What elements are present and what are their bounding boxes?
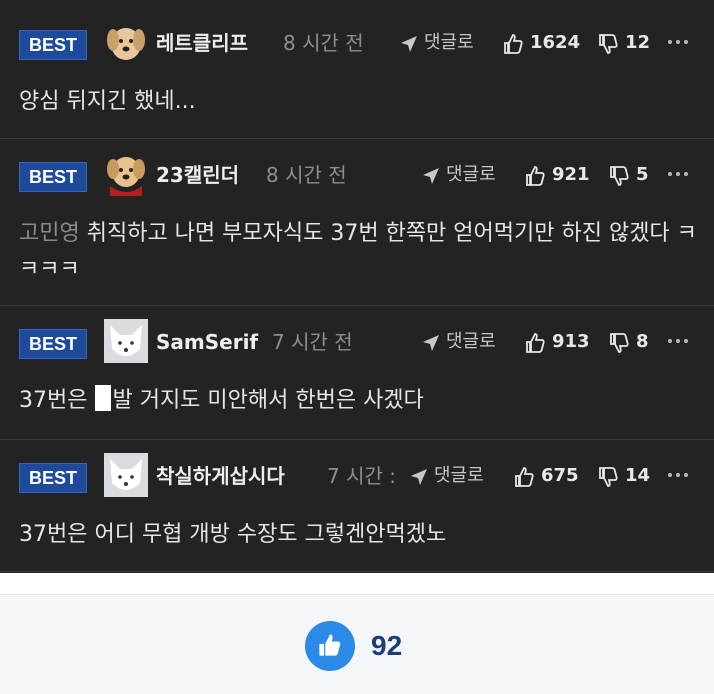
reply-label: 댓글로 <box>424 32 474 53</box>
reply-label: 댓글로 <box>446 331 496 352</box>
comment-text-after: 발 거지도 미안해서 한번은 사겠다 <box>112 388 424 413</box>
comment-time: 7 시간 전 <box>272 330 353 354</box>
best-badge: BEST <box>19 463 87 493</box>
comment-text-content: 취직하고 나면 부모자식도 37번 한쪽만 얻어먹기만 하진 않겠다 ㅋㅋㅋㅋ <box>19 221 697 282</box>
thumbs-up-icon <box>526 166 545 186</box>
comment-author[interactable]: 레트클리프 <box>156 29 248 57</box>
comment-text-before: 37번은 <box>19 388 95 413</box>
more-icon[interactable] <box>668 331 690 351</box>
downvote-count: 5 <box>636 164 649 185</box>
comment-item: BEST 착실하게삽시다 7 시간 : 댓글로 675 14 37번은 어디 무… <box>0 441 714 572</box>
downvote-count: 8 <box>636 331 649 352</box>
puppy-red-icon[interactable] <box>104 152 148 196</box>
more-icon[interactable] <box>668 164 690 184</box>
best-badge: BEST <box>19 162 87 192</box>
comment-time: 8 시간 전 <box>283 31 364 55</box>
comment-header: BEST 레트클리프 8 시간 전 댓글로 1624 12 <box>0 20 714 64</box>
downvote-count: 12 <box>625 32 651 53</box>
reply-label: 댓글로 <box>434 465 484 486</box>
post-like-bar: 92 <box>0 594 714 694</box>
comment-author[interactable]: SamSerif <box>156 328 258 356</box>
comment-text: 양심 뒤지긴 했네... <box>19 89 196 114</box>
redaction-block <box>95 385 112 411</box>
send-icon <box>401 36 417 52</box>
upvote-count: 921 <box>552 164 590 185</box>
more-icon[interactable] <box>668 465 690 485</box>
comment-text: 37번은 어디 무협 개방 수장도 그렇겐안먹겠노 <box>19 522 447 547</box>
comment-text: 37번은 발 거지도 미안해서 한번은 사겠다 <box>19 383 699 419</box>
comment-time: 8 시간 전 <box>266 163 347 187</box>
thumbs-down-icon <box>599 467 618 487</box>
comment-item: BEST 레트클리프 8 시간 전 댓글로 1624 12 양심 뒤지긴 했네.… <box>0 8 714 139</box>
comment-list: BEST 레트클리프 8 시간 전 댓글로 1624 12 양심 뒤지긴 했네.… <box>0 0 714 573</box>
white-fox-icon[interactable] <box>104 319 148 363</box>
upvote-count: 675 <box>541 465 579 486</box>
mention-tag[interactable]: 고민영 <box>19 221 80 246</box>
comment-author[interactable]: 착실하게삽시다 <box>156 462 285 490</box>
thumbs-up-icon <box>526 333 545 353</box>
send-icon <box>423 168 439 184</box>
white-fox-icon[interactable] <box>104 453 148 497</box>
best-badge: BEST <box>19 30 87 60</box>
like-button[interactable] <box>305 621 355 671</box>
comment-header: BEST SamSerif 7 시간 전 댓글로 913 8 <box>0 319 714 363</box>
best-badge: BEST <box>19 329 87 359</box>
comment-header: BEST 23캘린더 8 시간 전 댓글로 921 5 <box>0 152 714 196</box>
like-count: 92 <box>371 630 403 661</box>
send-icon <box>411 469 427 485</box>
comment-item: BEST SamSerif 7 시간 전 댓글로 913 8 37번은 발 거지… <box>0 307 714 440</box>
comment-time: 7 시간 : <box>327 464 396 488</box>
comment-header: BEST 착실하게삽시다 7 시간 : 댓글로 675 14 <box>0 453 714 497</box>
comment-author[interactable]: 23캘린더 <box>156 161 239 189</box>
send-icon <box>423 335 439 351</box>
thumbs-up-icon <box>515 467 534 487</box>
downvote-count: 14 <box>625 465 651 486</box>
comment-text: 고민영 취직하고 나면 부모자식도 37번 한쪽만 얻어먹기만 하진 않겠다 ㅋ… <box>19 216 699 288</box>
thumbs-down-icon <box>610 333 629 353</box>
thumbs-up-icon <box>319 634 341 656</box>
upvote-count: 913 <box>552 331 590 352</box>
thumbs-down-icon <box>599 34 618 54</box>
more-icon[interactable] <box>668 32 690 52</box>
comment-item: BEST 23캘린더 8 시간 전 댓글로 921 5 고민영 취직하고 나면 … <box>0 140 714 306</box>
thumbs-down-icon <box>610 166 629 186</box>
puppy-icon[interactable] <box>104 20 148 64</box>
reply-label: 댓글로 <box>446 164 496 185</box>
upvote-count: 1624 <box>530 32 581 53</box>
thumbs-up-icon <box>504 34 523 54</box>
